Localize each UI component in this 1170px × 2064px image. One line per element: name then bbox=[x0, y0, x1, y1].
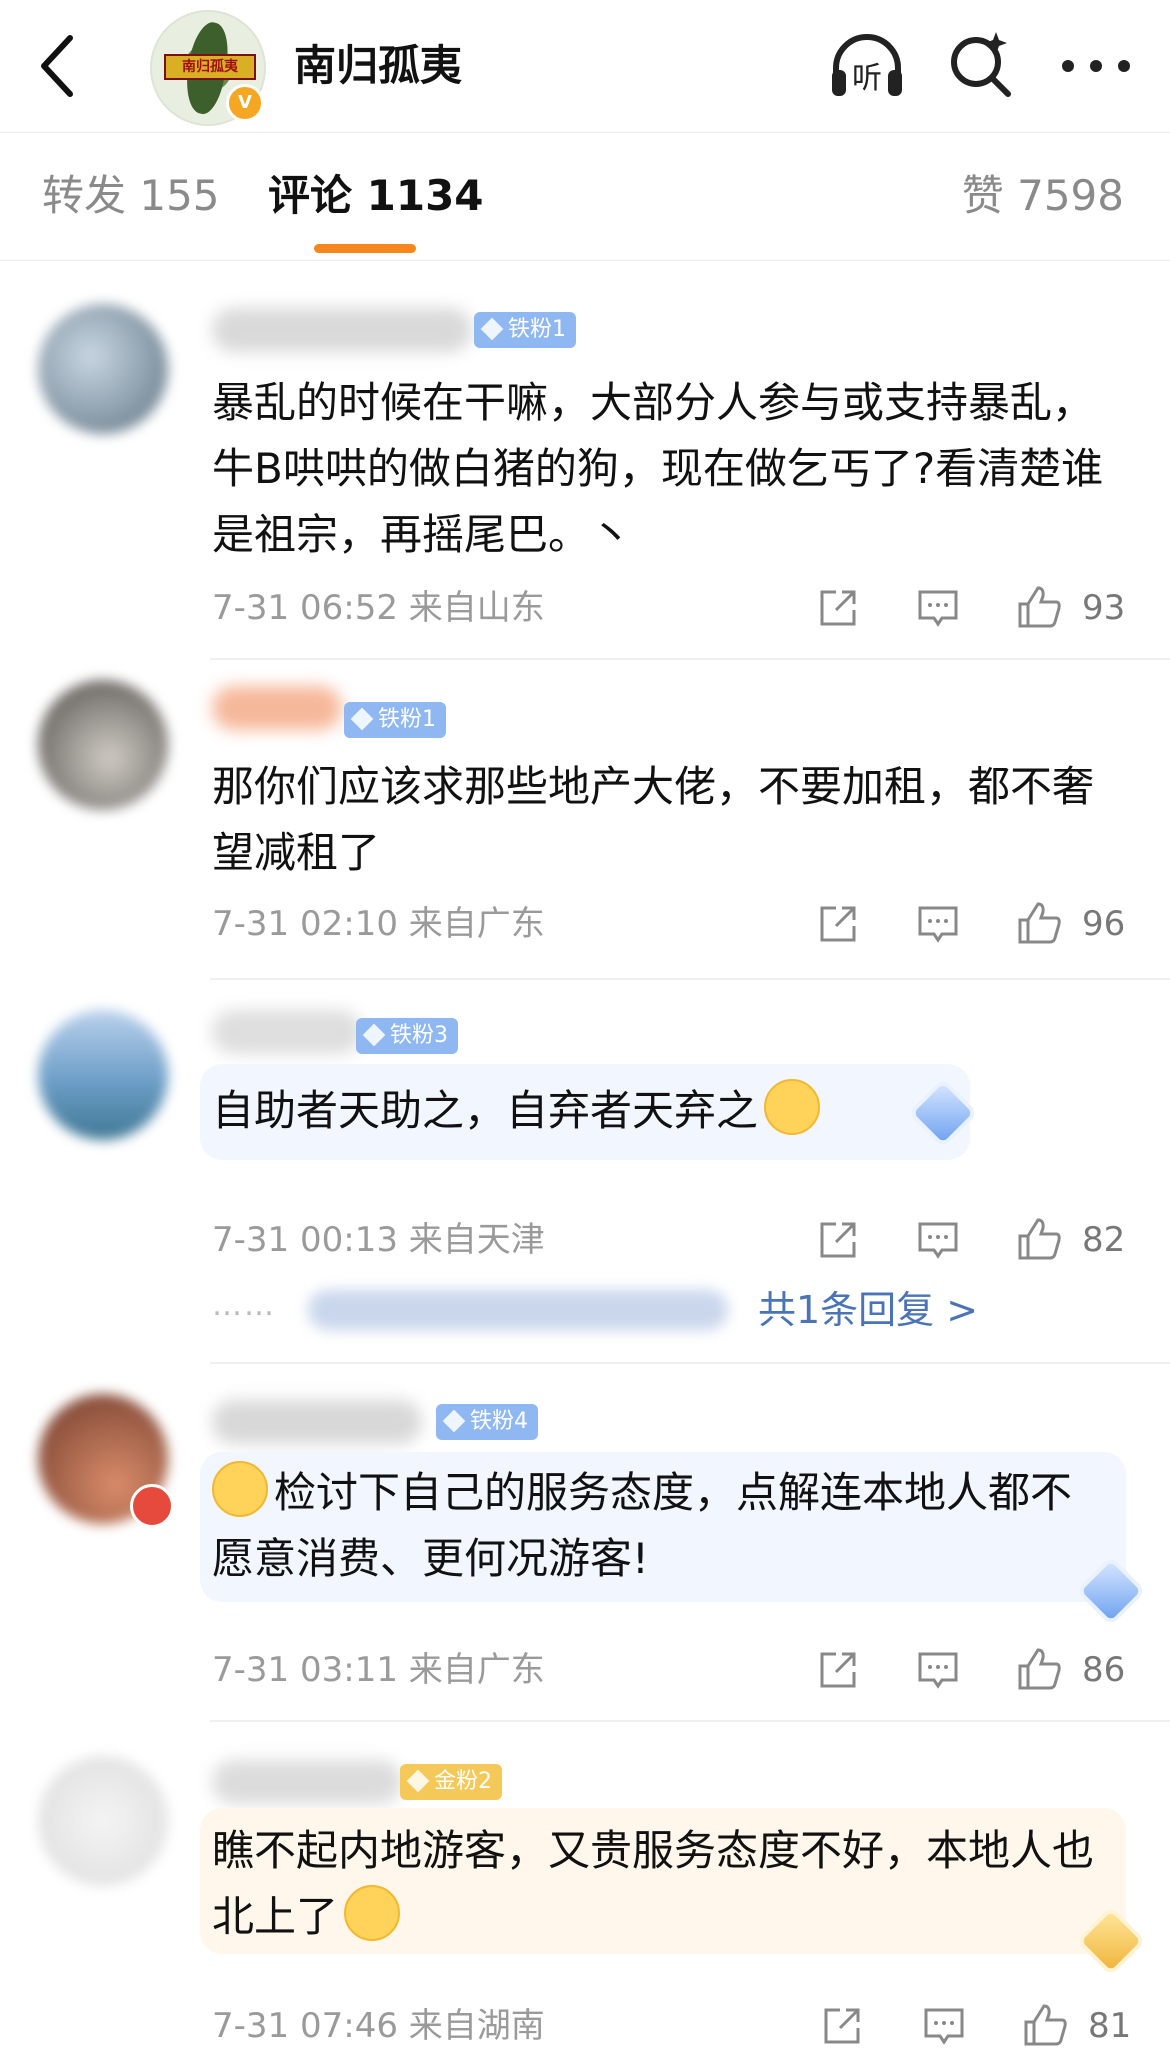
username-blurred[interactable] bbox=[212, 1400, 422, 1444]
tab-comments[interactable]: 评论 1134 bbox=[268, 168, 484, 224]
comment-meta: 7-31 03:11 来自广东 bbox=[212, 1648, 545, 1692]
laughing-crying-emoji-icon bbox=[344, 1885, 401, 1941]
comment-text: 检讨下自己的服务态度，点解连本地人都不愿意消费、更何况游客! bbox=[212, 1460, 1112, 1592]
divider bbox=[210, 658, 1170, 660]
verified-badge: V bbox=[226, 84, 264, 122]
like-thumb-icon[interactable] bbox=[1016, 584, 1062, 630]
reply-username-blurred bbox=[308, 1290, 728, 1330]
like-count: 86 bbox=[1082, 1650, 1126, 1690]
fan-badge-label: 铁粉1 bbox=[508, 317, 566, 342]
username-blurred[interactable] bbox=[212, 1010, 362, 1054]
like-thumb-icon[interactable] bbox=[1016, 900, 1062, 946]
username-blurred[interactable] bbox=[212, 686, 342, 730]
avatar[interactable] bbox=[38, 1756, 168, 1886]
comment-text-content: 检讨下自己的服务态度，点解连本地人都不愿意消费、更何况游客! bbox=[212, 1468, 1073, 1583]
share-icon[interactable] bbox=[820, 2004, 864, 2048]
share-icon[interactable] bbox=[816, 586, 860, 630]
search-sparkle-icon[interactable] bbox=[948, 28, 1014, 100]
divider bbox=[210, 978, 1170, 980]
view-replies-link[interactable]: 共1条回复 > bbox=[758, 1284, 978, 1336]
fan-badge: 铁粉1 bbox=[474, 312, 576, 348]
avatar[interactable] bbox=[38, 304, 168, 434]
diamond-icon bbox=[480, 317, 504, 341]
share-icon[interactable] bbox=[816, 1218, 860, 1262]
comment-meta: 7-31 00:13 来自天津 bbox=[212, 1218, 545, 1262]
tab-bar: 转发 155 评论 1134 赞 7598 bbox=[0, 132, 1170, 261]
like-count: 96 bbox=[1082, 904, 1126, 944]
comment-text-content: 自助者天助之，自弃者天弃之 bbox=[212, 1086, 759, 1135]
share-icon[interactable] bbox=[816, 1648, 860, 1692]
avatar[interactable] bbox=[38, 680, 168, 810]
divider bbox=[210, 1362, 1170, 1364]
fan-badge-label: 铁粉1 bbox=[378, 707, 436, 732]
reply-dots: …… bbox=[212, 1288, 276, 1323]
fan-badge: 金粉2 bbox=[400, 1764, 502, 1800]
comment-date: 7-31 03:11 bbox=[212, 1650, 398, 1690]
comment-icon[interactable] bbox=[916, 586, 960, 630]
like-thumb-icon[interactable] bbox=[1016, 1646, 1062, 1692]
avatar-banner-text: 南归孤夷 bbox=[164, 54, 256, 80]
comment-meta: 7-31 06:52 来自山东 bbox=[212, 586, 545, 630]
comment-location: 来自广东 bbox=[408, 904, 545, 944]
comment-location: 来自广东 bbox=[408, 1650, 545, 1690]
comment-meta: 7-31 02:10 来自广东 bbox=[212, 902, 545, 946]
comment-date: 7-31 02:10 bbox=[212, 904, 398, 944]
more-dots-icon[interactable] bbox=[1058, 46, 1134, 86]
active-tab-indicator bbox=[314, 244, 416, 253]
share-icon[interactable] bbox=[816, 902, 860, 946]
fan-badge: 铁粉1 bbox=[344, 702, 446, 738]
comment-date: 7-31 06:52 bbox=[212, 588, 398, 628]
comment-icon[interactable] bbox=[916, 1648, 960, 1692]
comment-text: 暴乱的时候在干嘛，大部分人参与或支持暴乱，牛B哄哄的做白猪的狗，现在做乞丐了?看… bbox=[212, 378, 1104, 559]
comment-location: 来自湖南 bbox=[408, 2006, 545, 2046]
comment-icon[interactable] bbox=[916, 1218, 960, 1262]
listen-headphones-icon[interactable]: 听 bbox=[826, 30, 908, 100]
username-blurred[interactable] bbox=[212, 308, 472, 352]
diamond-icon bbox=[362, 1023, 386, 1047]
comment-text: 瞧不起内地游客，又贵服务态度不好，本地人也北上了 bbox=[212, 1818, 1112, 1950]
comment-date: 7-31 00:13 bbox=[212, 1220, 398, 1260]
member-badge-icon bbox=[130, 1484, 174, 1528]
username-blurred[interactable] bbox=[212, 1760, 402, 1804]
comment-meta: 7-31 07:46 来自湖南 bbox=[212, 2004, 545, 2048]
comment-location: 来自山东 bbox=[408, 588, 545, 628]
crown-icon bbox=[406, 1769, 430, 1793]
diamond-icon bbox=[442, 1409, 466, 1433]
fan-badge-label: 铁粉3 bbox=[390, 1023, 448, 1048]
fan-badge: 铁粉4 bbox=[436, 1404, 538, 1440]
comment-icon[interactable] bbox=[922, 2004, 966, 2048]
comment-icon[interactable] bbox=[916, 902, 960, 946]
comment-text: 那你们应该求那些地产大佬，不要加租，都不奢望减租了 bbox=[212, 762, 1095, 877]
avatar[interactable] bbox=[38, 1010, 168, 1140]
account-title[interactable]: 南归孤夷 bbox=[294, 38, 462, 94]
tab-reposts[interactable]: 转发 155 bbox=[42, 168, 220, 224]
divider bbox=[210, 1720, 1170, 1722]
reply-preview[interactable]: …… 共1条回复 > bbox=[212, 1280, 1132, 1340]
like-count: 81 bbox=[1088, 2006, 1132, 2046]
diamond-icon bbox=[350, 707, 374, 731]
fan-badge: 铁粉3 bbox=[356, 1018, 458, 1054]
fan-badge-label: 金粉2 bbox=[434, 1769, 492, 1794]
fan-badge-label: 铁粉4 bbox=[470, 1409, 528, 1434]
top-bar: 南归孤夷 V 南归孤夷 听 bbox=[0, 0, 1170, 133]
back-arrow-icon[interactable] bbox=[30, 30, 86, 102]
comment-text: 自助者天助之，自弃者天弃之 bbox=[212, 1078, 972, 1144]
like-thumb-icon[interactable] bbox=[1022, 2002, 1068, 2048]
glasses-emoji-icon bbox=[212, 1461, 268, 1517]
shush-emoji-icon bbox=[764, 1079, 821, 1135]
comment-date: 7-31 07:46 bbox=[212, 2006, 398, 2046]
like-thumb-icon[interactable] bbox=[1016, 1216, 1062, 1262]
listen-label: 听 bbox=[852, 61, 882, 96]
like-count: 93 bbox=[1082, 588, 1126, 628]
like-count: 82 bbox=[1082, 1220, 1126, 1260]
comment-text-content: 瞧不起内地游客，又贵服务态度不好，本地人也北上了 bbox=[212, 1826, 1095, 1941]
tab-likes[interactable]: 赞 7598 bbox=[962, 168, 1124, 224]
comment-location: 来自天津 bbox=[408, 1220, 545, 1260]
